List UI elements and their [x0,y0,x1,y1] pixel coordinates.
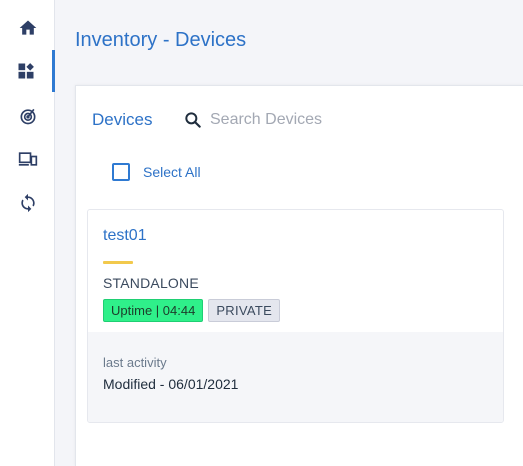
sidebar-item-dashboard[interactable] [0,50,55,92]
devices-icon [18,152,37,166]
panel-title: Devices [92,110,153,129]
card-footer: last activity Modified - 06/01/2021 [88,332,503,422]
device-name-link[interactable]: test01 [103,227,147,245]
home-icon [19,20,36,35]
device-card[interactable]: test01 STANDALONE Uptime | 04:44 PRIVATE… [87,209,504,423]
search-icon[interactable] [183,110,203,130]
device-type: STANDALONE [103,275,199,291]
devices-panel: Devices Select All test01 STANDALONE Upt… [75,85,523,466]
sync-icon [20,193,35,213]
sidebar [0,0,55,466]
badge-group: Uptime | 04:44 PRIVATE [103,299,281,322]
sidebar-item-devices[interactable] [0,138,55,180]
activity-value: Modified - 06/01/2021 [103,376,239,392]
activity-label: last activity [103,355,167,370]
card-accent-bar [103,261,133,264]
uptime-badge: Uptime | 04:44 [103,299,204,322]
dashboard-icon [18,63,34,79]
select-all-label[interactable]: Select All [143,164,201,180]
select-all-control[interactable]: Select All [112,163,201,181]
sidebar-item-monitoring[interactable] [0,95,55,137]
visibility-badge: PRIVATE [208,299,281,322]
radar-icon [20,108,35,125]
page-title: Inventory - Devices [75,29,247,51]
search-input[interactable] [210,106,470,134]
sidebar-item-home[interactable] [0,7,55,49]
select-all-checkbox[interactable] [112,163,130,181]
sidebar-item-sync[interactable] [0,182,55,224]
